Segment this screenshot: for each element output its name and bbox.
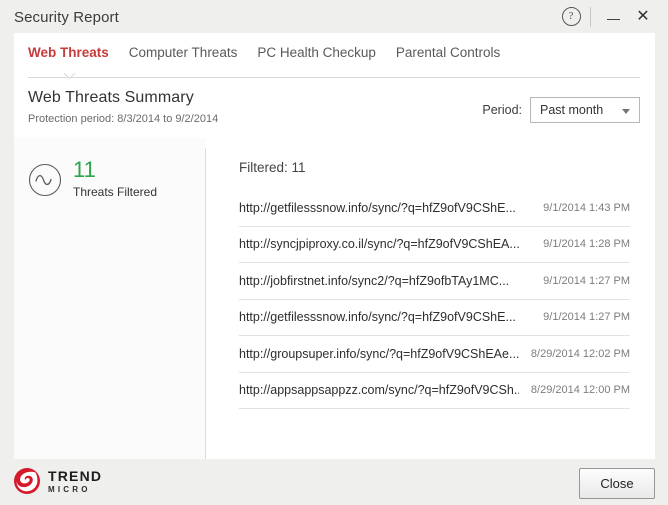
table-row[interactable]: http://syncjpiproxy.co.il/sync/?q=hfZ9of… [239, 227, 630, 263]
threat-list: http://getfilesssnow.info/sync/?q=hfZ9of… [239, 190, 630, 409]
page-title: Web Threats Summary [28, 89, 194, 106]
tab-computer-threats[interactable]: Computer Threats [129, 46, 238, 62]
close-button[interactable]: Close [579, 468, 655, 499]
threats-filtered-label: Threats Filtered [73, 185, 158, 199]
minimize-icon [606, 18, 620, 21]
content-card: Web Threats Computer Threats PC Health C… [14, 33, 655, 473]
tab-web-threats[interactable]: Web Threats [28, 46, 109, 62]
threat-timestamp: 9/1/2014 1:27 PM [543, 274, 630, 287]
brand-trend-text: TREND [48, 467, 103, 484]
controls-divider [590, 6, 591, 27]
period-select[interactable]: Past month [530, 97, 640, 123]
period-label: Period: [482, 103, 522, 117]
trend-micro-logo: TREND MICRO [13, 467, 102, 495]
help-circle-icon: ? [561, 7, 581, 26]
threat-timestamp: 8/29/2014 12:00 PM [530, 384, 630, 397]
tab-underline [28, 77, 640, 78]
window-controls: ? ✕ [556, 0, 658, 33]
threat-url: http://groupsuper.info/sync/?q=hfZ9ofV9C… [239, 346, 519, 361]
threats-filtered-stat: 11 Threats Filtered [28, 159, 157, 198]
stat-text-group: 11 Threats Filtered [73, 157, 158, 199]
trend-micro-mark-icon [14, 468, 40, 494]
chevron-down-icon [622, 109, 630, 114]
threat-list-panel: Filtered: 11 http://getfilesssnow.info/s… [206, 138, 655, 473]
brand-wordmark: TREND MICRO [48, 469, 102, 494]
wave-circle-icon [28, 163, 62, 197]
table-row[interactable]: http://groupsuper.info/sync/?q=hfZ9ofV9C… [239, 336, 630, 373]
threat-url: http://appsappsappzz.com/sync/?q=hfZ9ofV… [239, 383, 519, 398]
threat-url: http://getfilesssnow.info/sync/?q=hfZ9of… [239, 200, 516, 215]
threat-url: http://jobfirstnet.info/sync2/?q=hfZ9ofb… [239, 273, 510, 288]
window-title: Security Report [14, 9, 119, 26]
threat-timestamp: 9/1/2014 1:43 PM [543, 201, 630, 214]
close-window-button[interactable]: ✕ [628, 4, 658, 30]
title-bar: Security Report ? ✕ [0, 0, 668, 33]
protection-period-text: Protection period: 8/3/2014 to 9/2/2014 [28, 113, 219, 125]
threat-url: http://getfilesssnow.info/sync/?q=hfZ9of… [239, 310, 516, 325]
table-row[interactable]: http://getfilesssnow.info/sync/?q=hfZ9of… [239, 190, 630, 227]
active-tab-indicator [63, 73, 77, 81]
tab-pc-health-checkup[interactable]: PC Health Checkup [257, 46, 376, 62]
tab-parental-controls[interactable]: Parental Controls [396, 46, 500, 62]
threat-timestamp: 9/1/2014 1:28 PM [543, 238, 630, 251]
summary-panel: 11 Threats Filtered [14, 138, 205, 459]
period-filter: Period: Past month [482, 97, 640, 123]
period-selected-value: Past month [540, 103, 604, 117]
threat-url: http://syncjpiproxy.co.il/sync/?q=hfZ9of… [239, 237, 520, 252]
footer-bar: TREND MICRO Close [0, 459, 668, 505]
filtered-heading: Filtered: 11 [239, 160, 306, 175]
tab-bar: Web Threats Computer Threats PC Health C… [14, 33, 520, 80]
table-row[interactable]: http://appsappsappzz.com/sync/?q=hfZ9ofV… [239, 373, 630, 409]
minimize-button[interactable] [598, 4, 628, 30]
table-row[interactable]: http://getfilesssnow.info/sync/?q=hfZ9of… [239, 300, 630, 336]
threats-filtered-count: 11 [73, 157, 96, 182]
brand-micro-text: MICRO [48, 484, 91, 494]
table-row[interactable]: http://jobfirstnet.info/sync2/?q=hfZ9ofb… [239, 263, 630, 300]
close-icon: ✕ [636, 7, 650, 25]
security-report-window: Security Report ? ✕ Web Threats Computer… [0, 0, 668, 505]
threat-timestamp: 8/29/2014 12:02 PM [530, 347, 630, 360]
threat-timestamp: 9/1/2014 1:27 PM [543, 311, 630, 324]
help-button[interactable]: ? [556, 4, 586, 30]
